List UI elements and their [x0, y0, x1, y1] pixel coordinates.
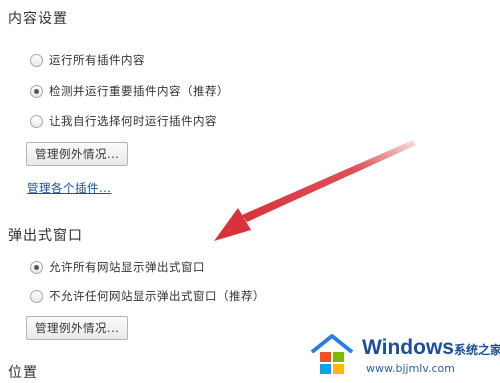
radio-label: 检测并运行重要插件内容（推荐）	[49, 84, 229, 98]
watermark-url: www.bjjmlv.com	[366, 362, 455, 375]
radio-popups-allow-all[interactable]: 允许所有网站显示弹出式窗口	[30, 257, 205, 277]
radio-plugins-run-all[interactable]: 运行所有插件内容	[30, 50, 145, 70]
radio-plugins-let-me-choose[interactable]: 让我自行选择何时运行插件内容	[30, 111, 217, 131]
radio-plugins-detect-important[interactable]: 检测并运行重要插件内容（推荐）	[30, 81, 229, 101]
radio-button[interactable]	[30, 53, 43, 67]
content-settings-title: 内容设置	[8, 11, 68, 27]
windows-logo-icon	[310, 334, 354, 374]
radio-button[interactable]	[30, 114, 43, 128]
radio-label: 允许所有网站显示弹出式窗口	[49, 260, 205, 274]
radio-label: 运行所有插件内容	[49, 53, 145, 67]
clipped-text-fragment: ··	[10, 31, 30, 37]
radio-button-checked[interactable]	[30, 260, 43, 274]
popups-section-title: 弹出式窗口	[8, 228, 83, 244]
manage-popup-exceptions-button[interactable]: 管理例外情况...	[26, 316, 129, 340]
arrow-shaft	[242, 140, 416, 222]
manage-plugins-link[interactable]: 管理各个插件...	[27, 180, 111, 196]
location-section-title: 位置	[8, 365, 38, 381]
manage-plugin-exceptions-button[interactable]: 管理例外情况...	[26, 142, 129, 166]
site-watermark: Windows 系统之家 www.bjjmlv.com	[308, 330, 500, 380]
radio-button[interactable]	[30, 289, 43, 303]
arrow-head	[214, 208, 251, 241]
radio-label: 让我自行选择何时运行插件内容	[49, 114, 217, 128]
watermark-brand-cn: 系统之家	[454, 343, 500, 357]
radio-popups-block-all[interactable]: 不允许任何网站显示弹出式窗口（推荐）	[30, 286, 265, 306]
radio-button-checked[interactable]	[30, 84, 43, 98]
radio-label: 不允许任何网站显示弹出式窗口（推荐）	[49, 289, 265, 303]
watermark-brand: Windows	[362, 336, 454, 359]
